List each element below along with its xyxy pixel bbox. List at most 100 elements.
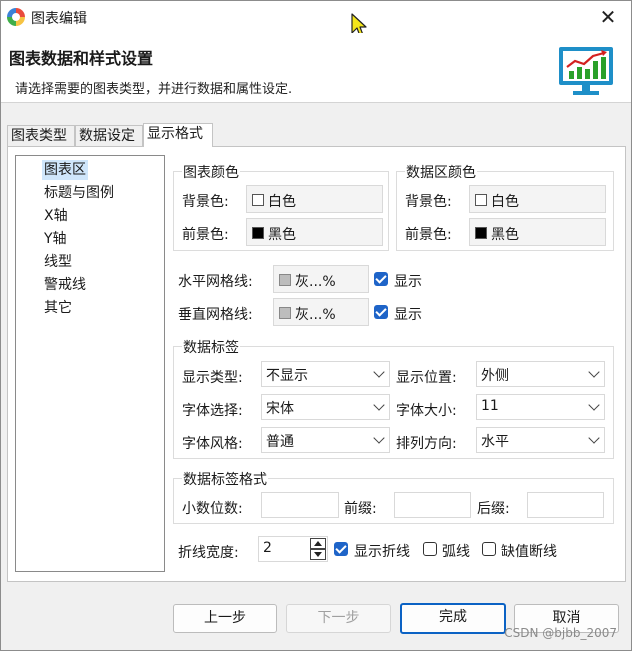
font-select[interactable]: 宋体 (261, 394, 390, 420)
gray-swatch-icon (279, 274, 291, 286)
prefix-label: 前缀: (344, 501, 377, 517)
window-title: 图表编辑 (31, 11, 87, 27)
tab-data-settings[interactable]: 数据设定 (75, 125, 143, 147)
v-grid-show-checkbox[interactable] (374, 305, 388, 319)
break-line-checkbox[interactable] (482, 542, 496, 556)
black-swatch-icon (252, 227, 264, 239)
decimal-label: 小数位数: (182, 501, 243, 517)
white-swatch-icon (252, 194, 264, 206)
data-fg-value: 黑色 (491, 227, 519, 243)
gray-swatch-icon (279, 307, 291, 319)
tree-item-y-axis[interactable]: Y轴 (42, 229, 69, 249)
break-line-label: 缺值断线 (501, 544, 557, 560)
line-width-stepper[interactable]: 2 (258, 536, 328, 562)
h-grid-show-checkbox[interactable] (374, 272, 388, 286)
watermark: CSDN @bjbb_2007 (504, 626, 617, 640)
font-select-value: 宋体 (266, 401, 294, 417)
label-position-select[interactable]: 外侧 (476, 361, 605, 387)
h-grid-show-label: 显示 (394, 274, 422, 290)
show-line-label: 显示折线 (354, 544, 410, 560)
direction-value: 水平 (481, 434, 509, 450)
label-position-label: 显示位置: (396, 370, 457, 386)
data-bg-value: 白色 (491, 194, 519, 210)
v-grid-color-picker[interactable]: 灰...% (273, 298, 369, 326)
chevron-down-icon (588, 366, 600, 378)
font-select-label: 字体选择: (182, 403, 243, 419)
chart-color-group-label: 图表颜色 (182, 162, 240, 182)
stepper-up-button[interactable] (310, 538, 326, 549)
label-type-label: 显示类型: (182, 370, 243, 386)
font-size-value: 11 (481, 398, 499, 414)
chart-fg-label: 前景色: (182, 227, 229, 243)
app-icon (7, 8, 25, 26)
finish-button[interactable]: 完成 (400, 603, 506, 634)
h-grid-value: 灰...% (295, 274, 336, 290)
chevron-down-icon (373, 399, 385, 411)
v-grid-show-label: 显示 (394, 307, 422, 323)
tree-item-other[interactable]: 其它 (42, 298, 74, 318)
show-line-checkbox[interactable] (334, 542, 348, 556)
chart-fg-color-picker[interactable]: 黑色 (246, 218, 383, 246)
tree-item-title-legend[interactable]: 标题与图例 (42, 183, 116, 203)
tab-chart-type[interactable]: 图表类型 (7, 125, 75, 147)
header-subtitle: 请选择需要的图表类型，并进行数据和属性设定. (15, 82, 293, 97)
tree-item-warning-line[interactable]: 警戒线 (42, 275, 88, 295)
decimal-input[interactable] (261, 492, 339, 518)
arc-checkbox[interactable] (423, 542, 437, 556)
v-grid-value: 灰...% (295, 307, 336, 323)
line-width-label: 折线宽度: (178, 545, 239, 561)
suffix-label: 后缀: (477, 501, 510, 517)
label-type-select[interactable]: 不显示 (261, 361, 390, 387)
line-width-value: 2 (263, 540, 272, 556)
close-button[interactable]: ✕ (585, 1, 631, 33)
font-style-select[interactable]: 普通 (261, 427, 390, 453)
font-size-label: 字体大小: (396, 403, 457, 419)
v-grid-label: 垂直网格线: (178, 307, 253, 323)
stepper-down-button[interactable] (310, 549, 326, 560)
next-button[interactable]: 下一步 (286, 604, 391, 633)
chevron-down-icon (588, 432, 600, 444)
chart-monitor-icon (559, 47, 613, 95)
triangle-up-icon (314, 541, 322, 546)
black-swatch-icon (475, 227, 487, 239)
white-swatch-icon (475, 194, 487, 206)
close-icon: ✕ (599, 5, 617, 29)
tab-display-format[interactable]: 显示格式 (143, 123, 213, 147)
data-area-color-group-label: 数据区颜色 (405, 162, 477, 182)
data-fg-color-picker[interactable]: 黑色 (469, 218, 606, 246)
category-tree: 图表区 标题与图例 X轴 Y轴 线型 警戒线 其它 (15, 155, 165, 572)
label-type-value: 不显示 (266, 368, 308, 384)
chart-bg-color-picker[interactable]: 白色 (246, 185, 383, 213)
dialog-window: 图表编辑 ✕ 图表数据和样式设置 请选择需要的图表类型，并进行数据和属性设定. … (0, 0, 632, 651)
label-format-group-label: 数据标签格式 (182, 469, 268, 489)
data-bg-label: 背景色: (405, 194, 452, 210)
chart-bg-value: 白色 (268, 194, 296, 210)
chart-fg-value: 黑色 (268, 227, 296, 243)
dialog-header: 图表数据和样式设置 请选择需要的图表类型，并进行数据和属性设定. (1, 33, 631, 103)
tree-item-line-type[interactable]: 线型 (42, 252, 74, 272)
font-size-select[interactable]: 11 (476, 394, 605, 420)
chevron-down-icon (588, 399, 600, 411)
data-bg-color-picker[interactable]: 白色 (469, 185, 606, 213)
prefix-input[interactable] (394, 492, 471, 518)
font-style-value: 普通 (266, 434, 294, 450)
chart-bg-label: 背景色: (182, 194, 229, 210)
h-grid-label: 水平网格线: (178, 274, 253, 290)
chevron-down-icon (373, 366, 385, 378)
triangle-down-icon (314, 552, 322, 557)
data-fg-label: 前景色: (405, 227, 452, 243)
suffix-input[interactable] (527, 492, 604, 518)
arc-label: 弧线 (442, 544, 470, 560)
h-grid-color-picker[interactable]: 灰...% (273, 265, 369, 293)
font-style-label: 字体风格: (182, 436, 243, 452)
direction-select[interactable]: 水平 (476, 427, 605, 453)
title-bar: 图表编辑 ✕ (1, 1, 631, 33)
tree-item-chart-area[interactable]: 图表区 (42, 160, 88, 180)
header-title: 图表数据和样式设置 (9, 49, 154, 68)
prev-button[interactable]: 上一步 (173, 604, 277, 633)
label-position-value: 外侧 (481, 368, 509, 384)
chevron-down-icon (373, 432, 385, 444)
direction-label: 排列方向: (396, 436, 457, 452)
tree-item-x-axis[interactable]: X轴 (42, 206, 70, 226)
data-labels-group-label: 数据标签 (182, 337, 240, 357)
